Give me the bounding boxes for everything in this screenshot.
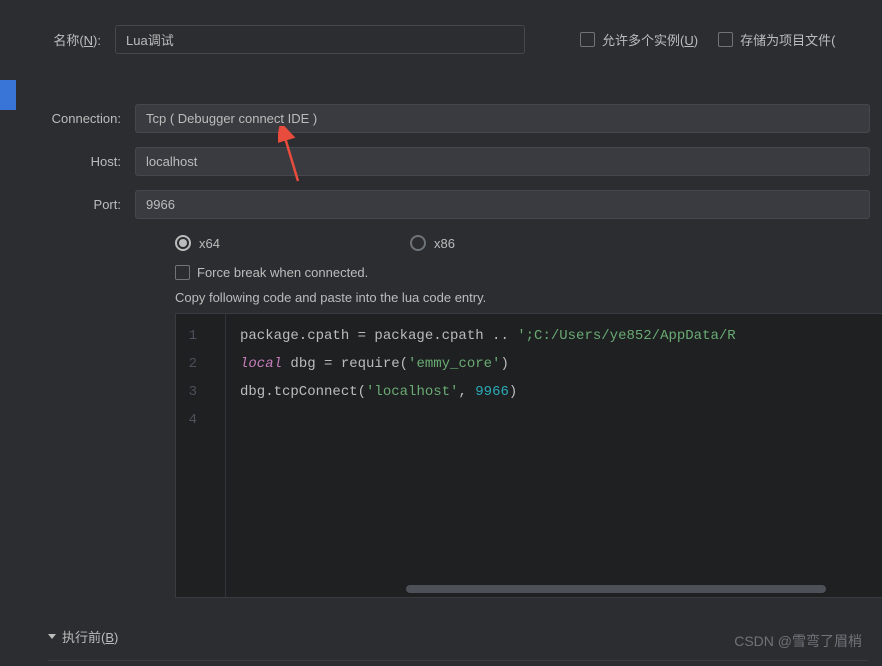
code-line: local dbg = require('emmy_core') [240, 350, 882, 378]
watermark-text: CSDN @雪弯了眉梢 [734, 631, 862, 651]
save-as-project-checkbox[interactable]: 存储为项目文件( [718, 30, 835, 49]
checkbox-icon [718, 32, 733, 47]
port-label: Port: [45, 197, 135, 212]
allow-multi-instance-checkbox[interactable]: 允许多个实例(U) [580, 30, 698, 49]
arch-x64-label: x64 [199, 236, 220, 251]
allow-multi-label: 允许多个实例(U) [602, 30, 698, 49]
arch-x86-label: x86 [434, 236, 455, 251]
radio-icon [410, 235, 426, 251]
code-area[interactable]: package.cpath = package.cpath .. ';C:/Us… [226, 314, 882, 597]
host-input[interactable] [135, 147, 870, 176]
host-label: Host: [45, 154, 135, 169]
code-line [240, 406, 882, 434]
name-label: 名称(N): [45, 30, 115, 49]
save-as-project-label: 存储为项目文件( [740, 30, 835, 49]
arch-x64-radio[interactable]: x64 [175, 235, 220, 251]
horizontal-scrollbar[interactable] [406, 585, 826, 593]
code-line: dbg.tcpConnect('localhost', 9966) [240, 378, 882, 406]
copy-instruction-text: Copy following code and paste into the l… [175, 290, 882, 305]
separator-line [48, 660, 868, 661]
checkbox-icon [580, 32, 595, 47]
code-line: package.cpath = package.cpath .. ';C:/Us… [240, 322, 882, 350]
line-number: 1 [176, 322, 225, 350]
connection-label: Connection: [45, 111, 135, 126]
before-run-label: 执行前(B) [62, 627, 118, 646]
before-run-section-toggle[interactable]: 执行前(B) [48, 627, 118, 646]
line-number: 4 [176, 406, 225, 434]
checkbox-icon [175, 265, 190, 280]
force-break-label: Force break when connected. [197, 265, 368, 280]
name-input[interactable] [115, 25, 525, 54]
arch-x86-radio[interactable]: x86 [410, 235, 455, 251]
port-input[interactable] [135, 190, 870, 219]
line-number: 3 [176, 378, 225, 406]
sidebar-selection-indicator [0, 80, 16, 110]
radio-icon [175, 235, 191, 251]
editor-gutter: 1 2 3 4 [176, 314, 226, 597]
line-number: 2 [176, 350, 225, 378]
chevron-down-icon [48, 634, 56, 639]
connection-dropdown[interactable]: Tcp ( Debugger connect IDE ) [135, 104, 870, 133]
force-break-checkbox[interactable]: Force break when connected. [175, 265, 882, 280]
code-editor[interactable]: 1 2 3 4 package.cpath = package.cpath ..… [175, 313, 882, 598]
